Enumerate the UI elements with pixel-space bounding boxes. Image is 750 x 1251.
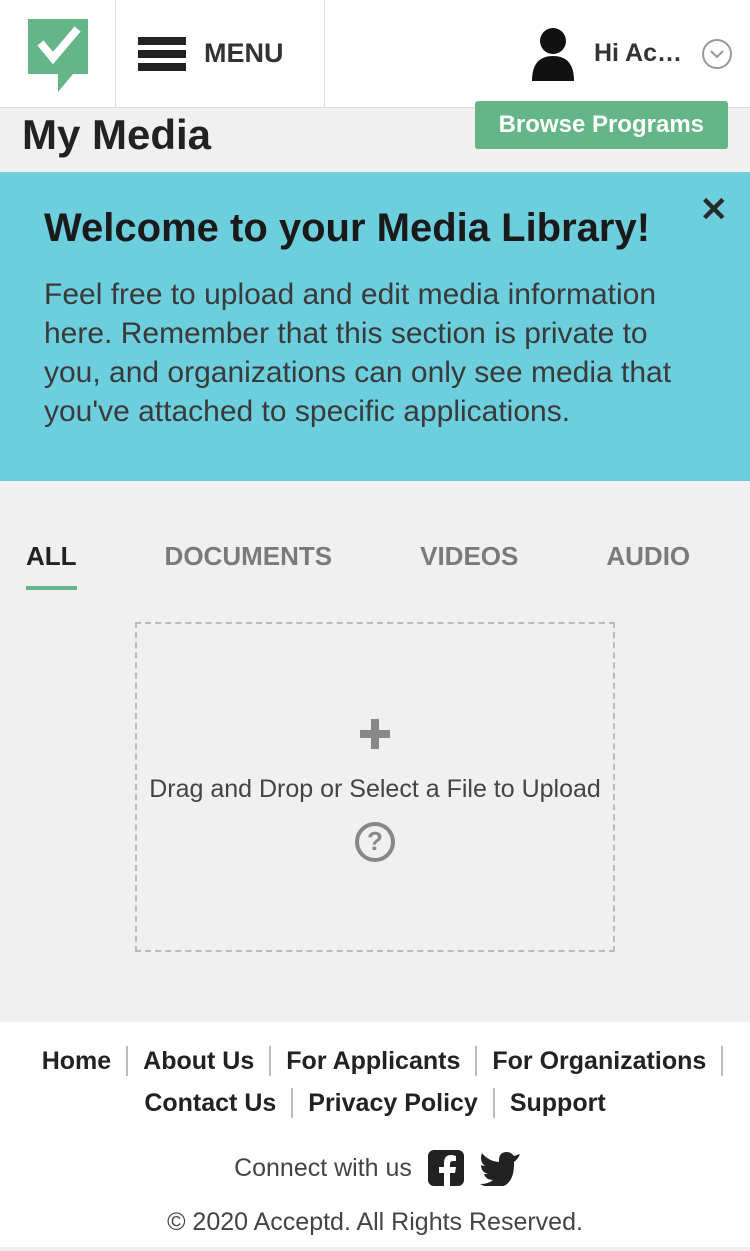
footer-link-organizations[interactable]: For Organizations <box>477 1046 723 1076</box>
tab-audio[interactable]: AUDIO <box>606 541 690 590</box>
page-header: My Media Browse Programs <box>0 108 750 162</box>
hamburger-icon <box>138 37 186 71</box>
copyright: © 2020 Acceptd. All Rights Reserved. <box>20 1208 730 1237</box>
help-icon[interactable]: ? <box>355 822 395 862</box>
logo-area[interactable] <box>0 0 116 107</box>
footer-link-support[interactable]: Support <box>495 1088 621 1118</box>
upload-text: Drag and Drop or Select a File to Upload <box>149 775 601 804</box>
connect-row: Connect with us <box>20 1150 730 1186</box>
footer-link-contact[interactable]: Contact Us <box>129 1088 293 1118</box>
footer-link-applicants[interactable]: For Applicants <box>271 1046 477 1076</box>
tab-all[interactable]: ALL <box>26 541 77 590</box>
user-menu[interactable]: Hi Acce… <box>528 26 750 81</box>
menu-button[interactable]: MENU <box>116 0 325 107</box>
tab-documents[interactable]: DOCUMENTS <box>165 541 333 590</box>
browse-programs-button[interactable]: Browse Programs <box>475 101 728 149</box>
welcome-body: Feel free to upload and edit media infor… <box>44 275 706 431</box>
upload-section: Drag and Drop or Select a File to Upload… <box>0 590 750 1022</box>
close-icon[interactable]: ✕ <box>700 190 729 230</box>
footer-link-home[interactable]: Home <box>27 1046 128 1076</box>
facebook-icon[interactable] <box>428 1150 464 1186</box>
chevron-down-icon <box>702 39 732 69</box>
greeting-text: Hi Acce… <box>594 39 686 68</box>
connect-label: Connect with us <box>234 1154 412 1183</box>
welcome-panel: ✕ Welcome to your Media Library! Feel fr… <box>0 172 750 481</box>
avatar-icon <box>528 26 578 81</box>
page-title: My Media <box>22 111 211 159</box>
twitter-icon[interactable] <box>480 1150 516 1186</box>
menu-label: MENU <box>204 38 284 69</box>
tab-videos[interactable]: VIDEOS <box>420 541 518 590</box>
footer: Home About Us For Applicants For Organiz… <box>0 1022 750 1247</box>
footer-link-privacy[interactable]: Privacy Policy <box>293 1088 495 1118</box>
welcome-title: Welcome to your Media Library! <box>44 206 706 251</box>
footer-link-about[interactable]: About Us <box>128 1046 271 1076</box>
plus-icon <box>360 713 390 757</box>
footer-links: Home About Us For Applicants For Organiz… <box>20 1046 730 1130</box>
tabs: ALL DOCUMENTS VIDEOS AUDIO IM <box>0 481 750 590</box>
logo-icon <box>23 14 93 94</box>
upload-dropzone[interactable]: Drag and Drop or Select a File to Upload… <box>135 622 615 952</box>
header: MENU Hi Acce… <box>0 0 750 108</box>
